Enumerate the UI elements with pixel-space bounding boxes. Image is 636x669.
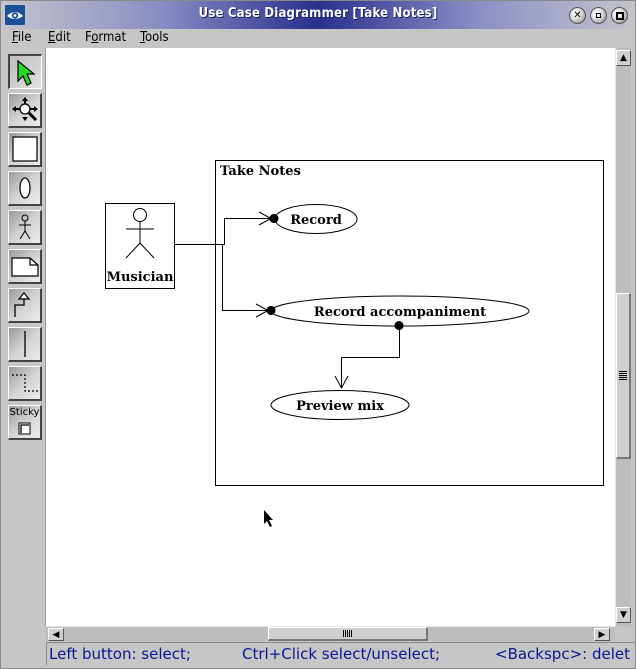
menu-mnemonic: o xyxy=(91,30,99,45)
select-tool-button[interactable] xyxy=(8,54,42,89)
close-button[interactable]: ✕ xyxy=(569,7,586,24)
minimize-button[interactable] xyxy=(590,7,607,24)
scroll-up-button[interactable]: ▲ xyxy=(616,50,631,66)
diagram-svg: Take Notes Musician Record Record accomp… xyxy=(105,160,604,527)
menu-file[interactable]: File xyxy=(12,30,32,45)
hollow-arrow-connector-icon xyxy=(14,292,31,317)
menu-mnemonic: F xyxy=(12,30,18,45)
maximize-button[interactable] xyxy=(611,7,628,24)
mouse-cursor-icon xyxy=(264,510,273,527)
menu-tools[interactable]: Tools xyxy=(140,30,169,45)
actor-musician[interactable]: Musician xyxy=(105,203,175,289)
scroll-down-button[interactable]: ▼ xyxy=(616,607,631,623)
status-bar: Left button: select; Ctrl+Click select/u… xyxy=(46,642,635,665)
status-hint-ctrl-click: Ctrl+Click select/unselect; xyxy=(242,645,441,663)
menu-bar: File Edit Format Tools xyxy=(1,29,635,48)
link-musician-record[interactable] xyxy=(174,211,279,245)
move-resize-tool-button[interactable] xyxy=(8,93,42,128)
system-boundary-tool-button[interactable] xyxy=(8,132,42,167)
app-window: Use Case Diagrammer [Take Notes] ✕ File … xyxy=(0,0,636,669)
rectangle-icon xyxy=(12,136,38,162)
window-title: Use Case Diagrammer [Take Notes] xyxy=(198,6,438,21)
system-boundary-label: Take Notes xyxy=(220,164,301,179)
dependency-tool-button[interactable] xyxy=(8,366,42,401)
note-tool-button[interactable] xyxy=(8,249,42,284)
tool-palette: Sticky xyxy=(1,48,46,626)
use-case-label: Preview mix xyxy=(296,399,384,414)
move-zoom-icon xyxy=(12,97,38,122)
checkbox-icon xyxy=(18,422,31,435)
use-case-record[interactable]: Record xyxy=(269,204,358,234)
close-icon: ✕ xyxy=(573,10,582,21)
menu-edit[interactable]: Edit xyxy=(48,30,71,45)
arrow-left-icon: ◀ xyxy=(52,629,60,640)
menu-mnemonic: E xyxy=(48,30,56,45)
use-case-record-accompaniment[interactable]: Record accompaniment xyxy=(266,295,530,330)
ellipse-icon xyxy=(19,177,31,199)
scroll-left-button[interactable]: ◀ xyxy=(48,628,64,641)
arrow-right-icon: ▶ xyxy=(598,629,606,640)
note-icon xyxy=(11,257,39,277)
horizontal-scroll-thumb[interactable] xyxy=(268,627,428,641)
use-case-label: Record accompaniment xyxy=(314,305,486,320)
link-record-accompaniment-preview-mix[interactable] xyxy=(334,321,404,390)
use-case-tool-button[interactable] xyxy=(8,171,42,206)
minimize-icon xyxy=(591,8,606,23)
link-musician-record-accompaniment[interactable] xyxy=(222,244,276,318)
title-bar[interactable]: Use Case Diagrammer [Take Notes] ✕ xyxy=(1,1,635,29)
status-hint-select: Left button: select; xyxy=(49,645,191,663)
arrow-up-icon: ▲ xyxy=(620,53,627,63)
menu-mnemonic: T xyxy=(140,30,145,45)
use-case-preview-mix[interactable]: Preview mix xyxy=(270,390,410,420)
actor-tool-button[interactable] xyxy=(8,210,42,245)
actor-label: Musician xyxy=(107,270,174,285)
vertical-scrollbar[interactable]: ▲ ▼ xyxy=(615,48,631,626)
scroll-right-button[interactable]: ▶ xyxy=(594,628,610,641)
green-arrow-icon xyxy=(17,59,36,86)
arrow-down-icon: ▼ xyxy=(620,610,627,620)
horizontal-scrollbar[interactable]: ◀ ▶ xyxy=(46,626,615,641)
grip-icon xyxy=(342,630,353,637)
maximize-icon xyxy=(612,8,627,23)
association-tool-button[interactable] xyxy=(8,327,42,362)
sticky-tool-button[interactable]: Sticky xyxy=(8,405,42,440)
dashed-connector-icon xyxy=(12,374,38,392)
use-case-label: Record xyxy=(290,213,342,228)
vertical-scroll-thumb[interactable] xyxy=(616,293,631,459)
menu-format[interactable]: Format xyxy=(85,30,126,45)
status-hint-backspace: <Backspc>: delet xyxy=(495,645,630,663)
grip-icon xyxy=(619,370,627,381)
diagram-canvas[interactable]: Take Notes Musician Record Record accomp… xyxy=(46,48,615,626)
line-icon xyxy=(24,331,26,357)
generalization-tool-button[interactable] xyxy=(8,288,42,323)
scroll-corner xyxy=(615,626,631,641)
stick-figure-icon xyxy=(19,214,31,240)
